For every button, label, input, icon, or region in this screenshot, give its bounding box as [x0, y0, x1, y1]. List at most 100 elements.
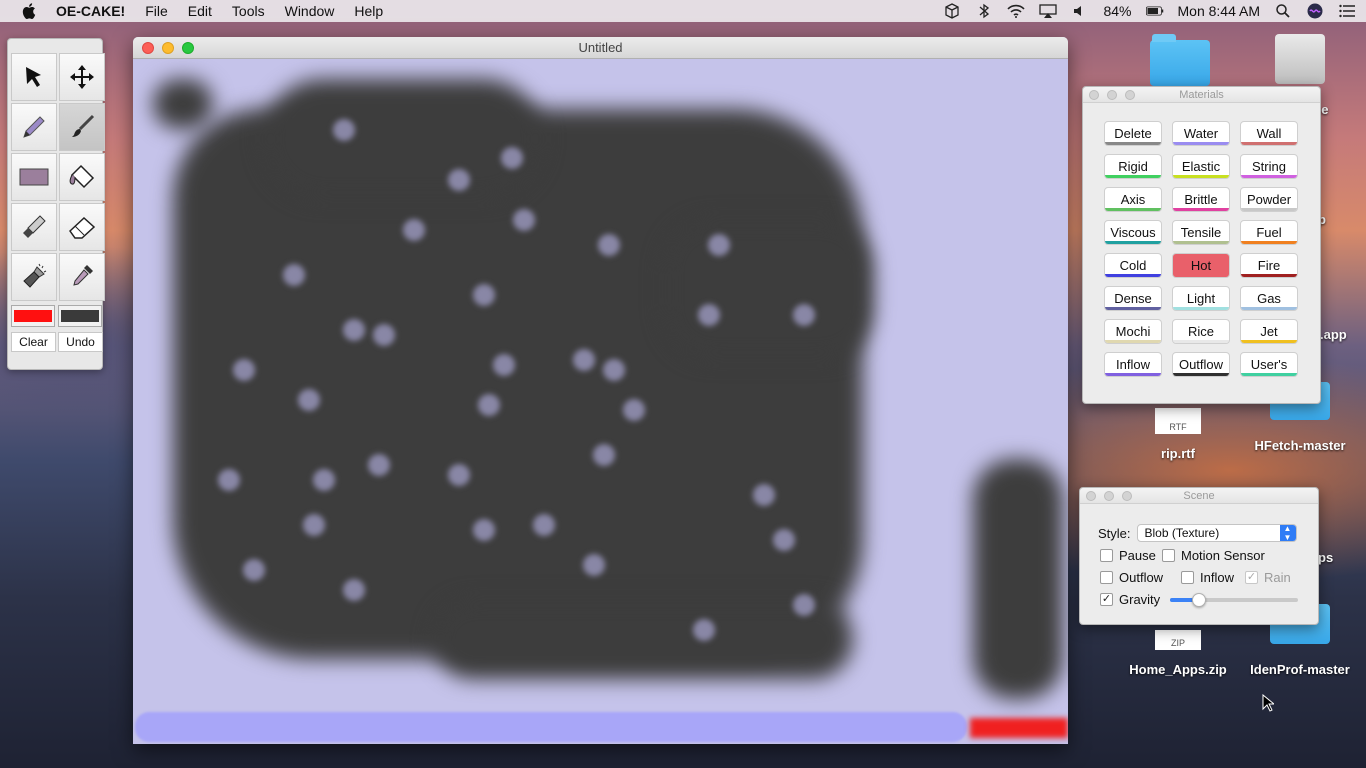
volume-icon[interactable] — [1071, 3, 1089, 19]
material-light-button[interactable]: Light — [1172, 286, 1230, 311]
rain-checkbox[interactable]: ✓ — [1245, 571, 1258, 584]
dark-blob-bottom — [433, 599, 853, 679]
gravity-slider[interactable] — [1170, 593, 1298, 607]
minimize-button[interactable] — [162, 42, 174, 54]
wifi-icon[interactable] — [1007, 3, 1026, 19]
clear-button[interactable]: Clear — [11, 332, 56, 352]
particle — [793, 304, 815, 326]
material-label: Brittle — [1184, 192, 1218, 207]
rectangle-tool[interactable] — [11, 153, 57, 201]
menu-file[interactable]: File — [145, 3, 168, 19]
material-water-button[interactable]: Water — [1172, 121, 1230, 146]
panel-minimize-button[interactable] — [1104, 491, 1114, 501]
primary-color-swatch[interactable] — [11, 305, 55, 327]
material-string-button[interactable]: String — [1240, 154, 1298, 179]
material-label: Outflow — [1178, 357, 1224, 372]
material-wall-button[interactable]: Wall — [1240, 121, 1298, 146]
inflow-checkbox[interactable] — [1181, 571, 1194, 584]
gravity-checkbox[interactable]: ✓ — [1100, 593, 1113, 606]
material-brittle-button[interactable]: Brittle — [1172, 187, 1230, 212]
materials-grid: Delete Water Wall Rigid Elastic String A… — [1104, 121, 1298, 377]
desktop-item-label: rip.rtf — [1161, 446, 1195, 461]
material-powder-button[interactable]: Powder — [1240, 187, 1298, 212]
menu-help[interactable]: Help — [354, 3, 383, 19]
material-axis-button[interactable]: Axis — [1104, 187, 1162, 212]
materials-panel-titlebar[interactable]: Materials — [1083, 87, 1320, 103]
fill-bucket-tool[interactable] — [59, 153, 105, 201]
gravity-slider-knob[interactable] — [1192, 593, 1207, 607]
eraser-tool[interactable] — [59, 203, 105, 251]
panel-close-button[interactable] — [1089, 90, 1099, 100]
material-gas-button[interactable]: Gas — [1240, 286, 1298, 311]
close-button[interactable] — [142, 42, 154, 54]
eyedropper-tool[interactable] — [59, 253, 105, 301]
menu-window[interactable]: Window — [285, 3, 335, 19]
select-arrow-tool[interactable] — [11, 53, 57, 101]
spotlight-search-icon[interactable] — [1274, 3, 1292, 19]
material-dense-button[interactable]: Dense — [1104, 286, 1162, 311]
material-inflow-button[interactable]: Inflow — [1104, 352, 1162, 377]
particle — [233, 359, 255, 381]
material-mochi-button[interactable]: Mochi — [1104, 319, 1162, 344]
menu-edit[interactable]: Edit — [188, 3, 212, 19]
simulation-canvas[interactable] — [133, 59, 1068, 744]
particle — [243, 559, 265, 581]
siri-icon[interactable] — [1306, 3, 1324, 19]
material-label: Viscous — [1110, 225, 1156, 240]
bluetooth-icon[interactable] — [975, 3, 993, 19]
desktop-drive[interactable]: ce — [1270, 34, 1330, 117]
particle — [448, 464, 470, 486]
style-select[interactable]: Blob (Texture) ▲ ▼ — [1136, 524, 1297, 542]
material-rigid-button[interactable]: Rigid — [1104, 154, 1162, 179]
material-label: String — [1252, 159, 1286, 174]
desktop-file-rip-rtf[interactable]: RTF rip.rtf — [1148, 408, 1208, 461]
material-jet-button[interactable]: Jet — [1240, 319, 1298, 344]
panel-zoom-button[interactable] — [1122, 491, 1132, 501]
menu-app-name[interactable]: OE-CAKE! — [56, 3, 125, 19]
pause-checkbox[interactable] — [1100, 549, 1113, 562]
secondary-color-swatch[interactable] — [58, 305, 102, 327]
particle — [603, 359, 625, 381]
zoom-button[interactable] — [182, 42, 194, 54]
folder-icon — [1150, 34, 1210, 86]
window-titlebar[interactable]: Untitled — [133, 37, 1068, 59]
outflow-checkbox[interactable] — [1100, 571, 1113, 584]
material-delete-button[interactable]: Delete — [1104, 121, 1162, 146]
material-fuel-button[interactable]: Fuel — [1240, 220, 1298, 245]
motion-sensor-checkbox[interactable] — [1162, 549, 1175, 562]
clock[interactable]: Mon 8:44 AM — [1178, 3, 1261, 19]
battery-icon[interactable] — [1145, 3, 1164, 19]
flashlight-tool[interactable] — [11, 253, 57, 301]
desktop-file-home-apps-zip[interactable]: ZIP Home_Apps.zip — [1128, 630, 1228, 677]
move-tool[interactable] — [59, 53, 105, 101]
material-label: Jet — [1260, 324, 1278, 339]
menu-tools[interactable]: Tools — [232, 3, 265, 19]
material-viscous-button[interactable]: Viscous — [1104, 220, 1162, 245]
material-fire-button[interactable]: Fire — [1240, 253, 1298, 278]
panel-zoom-button[interactable] — [1125, 90, 1135, 100]
box-icon[interactable] — [943, 3, 961, 19]
apple-icon[interactable] — [20, 3, 38, 19]
material-tensile-button[interactable]: Tensile — [1172, 220, 1230, 245]
desktop-folder[interactable] — [1150, 34, 1210, 86]
panel-close-button[interactable] — [1086, 491, 1096, 501]
knife-tool[interactable] — [11, 203, 57, 251]
notification-center-icon[interactable] — [1338, 3, 1356, 19]
material-label: Cold — [1119, 258, 1147, 273]
particle — [573, 349, 595, 371]
particle — [773, 529, 795, 551]
material-rice-button[interactable]: Rice — [1172, 319, 1230, 344]
panel-minimize-button[interactable] — [1107, 90, 1117, 100]
material-users-button[interactable]: User's — [1240, 352, 1298, 377]
material-hot-button[interactable]: Hot — [1172, 253, 1230, 278]
material-outflow-button[interactable]: Outflow — [1172, 352, 1230, 377]
undo-button[interactable]: Undo — [58, 332, 103, 352]
material-elastic-button[interactable]: Elastic — [1172, 154, 1230, 179]
scene-panel-titlebar[interactable]: Scene — [1080, 488, 1318, 504]
material-label: Gas — [1257, 291, 1281, 306]
brush-tool[interactable] — [59, 103, 105, 151]
pencil-tool[interactable] — [11, 103, 57, 151]
desktop-item-label: HFetch-master — [1254, 438, 1346, 453]
airplay-icon[interactable] — [1039, 3, 1058, 19]
material-cold-button[interactable]: Cold — [1104, 253, 1162, 278]
